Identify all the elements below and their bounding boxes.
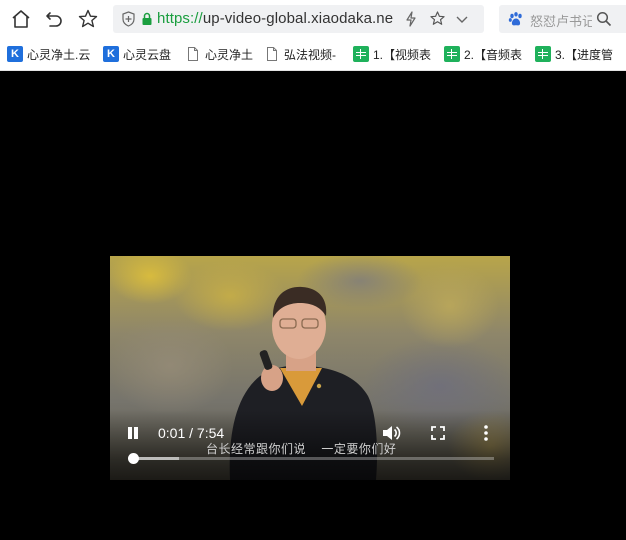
browser-toolbar: https://up-video-global.xiaodaka.ne 怒怼卢书… xyxy=(0,0,626,38)
bookmark-label: 心灵云盘 xyxy=(123,47,172,62)
bookmark-item[interactable]: 2.【音频表 xyxy=(444,46,522,62)
address-bar[interactable]: https://up-video-global.xiaodaka.ne xyxy=(113,5,484,33)
undo-icon[interactable] xyxy=(42,7,66,31)
subtitle-text: 台长经常跟你们说 一定要你们好 xyxy=(206,442,397,456)
lock-icon xyxy=(141,12,153,31)
bookmark-item[interactable]: K 心灵云盘 xyxy=(103,46,171,62)
bookmark-label: 弘法视频- xyxy=(284,47,336,62)
url-text[interactable]: https://up-video-global.xiaodaka.ne xyxy=(157,10,393,27)
search-icon[interactable] xyxy=(596,11,612,32)
bookmark-label: 3.【进度管 xyxy=(555,47,614,62)
doc-icon xyxy=(267,47,277,61)
fullscreen-icon[interactable] xyxy=(431,426,445,445)
more-options-icon[interactable] xyxy=(482,424,490,447)
sheet-icon xyxy=(535,46,551,62)
bookmark-star-icon[interactable] xyxy=(429,10,446,32)
baidu-paw-icon xyxy=(508,11,524,32)
bookmark-label: 1.【视频表 xyxy=(373,47,432,62)
progress-bar[interactable] xyxy=(128,453,494,464)
k-icon: K xyxy=(7,46,23,62)
bookmark-label: 心灵净土 xyxy=(205,47,254,62)
bookmark-item[interactable]: 1.【视频表 xyxy=(353,46,431,62)
favorite-star-icon[interactable] xyxy=(76,7,100,31)
sheet-icon xyxy=(353,46,369,62)
chevron-down-icon[interactable] xyxy=(455,12,469,31)
search-box[interactable]: 怒怼卢书记 xyxy=(499,5,626,33)
bookmark-label: 心灵净土.云 xyxy=(27,47,91,62)
bookmark-item[interactable]: K 心灵净土.云 xyxy=(7,46,90,62)
bookmark-label: 2.【音频表 xyxy=(464,47,523,62)
pause-button[interactable] xyxy=(126,425,140,441)
bookmark-item[interactable]: 心灵净土 xyxy=(185,46,253,62)
buffered-bar xyxy=(132,457,180,460)
bookmarks-bar: K 心灵净土.云 K 心灵云盘 心灵净土 弘法视频- 1.【视频表 2.【音频表… xyxy=(0,38,626,71)
progress-knob[interactable] xyxy=(128,453,140,464)
doc-icon xyxy=(188,47,198,61)
shield-icon[interactable] xyxy=(121,11,136,32)
bookmark-item[interactable]: 3.【进度管 xyxy=(535,46,613,62)
volume-icon[interactable] xyxy=(381,424,401,447)
sheet-icon xyxy=(444,46,460,62)
bookmark-item[interactable]: 弘法视频- xyxy=(264,46,336,62)
video-player[interactable]: 0:01 / 7:54 台长经常跟你们说 一定要你们好 xyxy=(110,256,510,480)
time-display: 0:01 / 7:54 xyxy=(158,425,225,441)
flash-icon[interactable] xyxy=(404,11,418,32)
home-icon[interactable] xyxy=(9,7,33,31)
search-input[interactable]: 怒怼卢书记 xyxy=(530,11,592,30)
k-icon: K xyxy=(103,46,119,62)
player-controls: 0:01 / 7:54 台长经常跟你们说 一定要你们好 xyxy=(110,256,510,480)
